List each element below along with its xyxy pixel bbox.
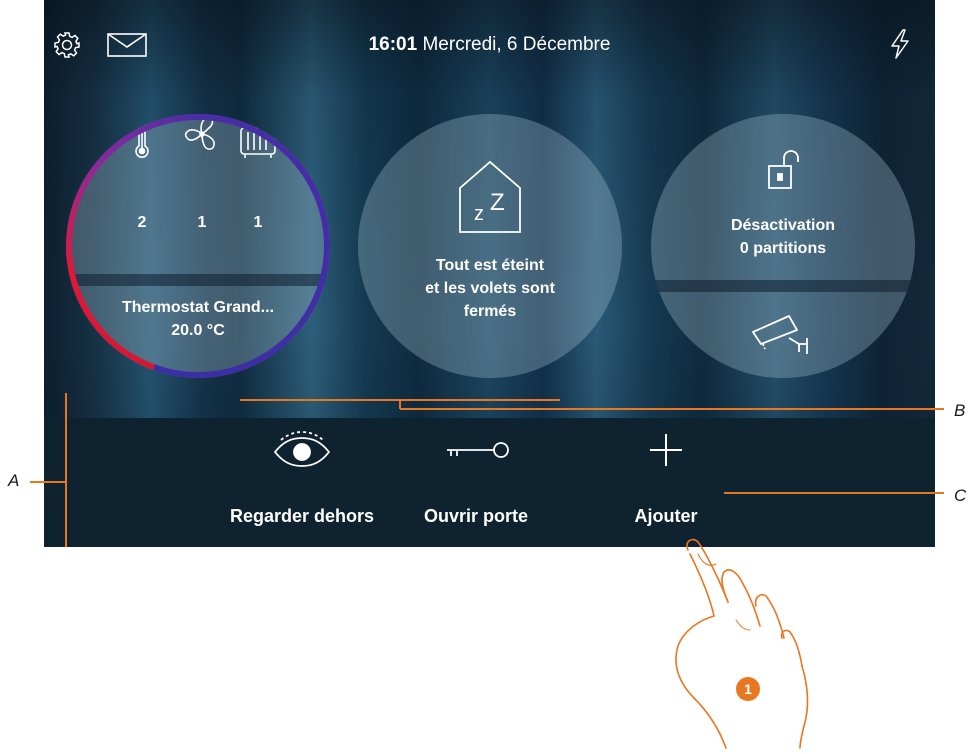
callout-label-a: A: [8, 471, 20, 490]
thermostat-widget[interactable]: 2 1 1 Thermostat Grand... 20.0 °C: [66, 114, 330, 378]
scenario-line-1: Tout est éteint: [435, 257, 545, 274]
open-door-button[interactable]: Ouvrir porte: [392, 418, 560, 547]
step-number-badge: 1: [736, 677, 760, 701]
clock-time: 16:01: [368, 34, 418, 55]
look-outside-label: Regarder dehors: [229, 506, 375, 526]
look-outside-button[interactable]: Regarder dehors: [212, 418, 392, 547]
clock-date-text: Mercredi, 6 Décembre: [422, 34, 611, 55]
thermostat-name: Thermostat Grand...: [121, 299, 275, 316]
scenario-status: Tout est éteint et les volets sont fermé…: [358, 254, 622, 323]
widget-divider: [66, 274, 330, 286]
radiator-icon: [238, 114, 278, 160]
alarm-line-1: Désactivation: [730, 217, 836, 234]
alarm-status: Désactivation 0 partitions: [651, 214, 915, 260]
plus-icon: [576, 430, 756, 470]
power-icon[interactable]: [886, 28, 914, 60]
scenario-widget[interactable]: z Z Tout est éteint et les volets sont f…: [358, 114, 622, 378]
security-camera-icon[interactable]: [749, 310, 815, 358]
thermostat-temperature: 20.0 °C: [171, 322, 225, 339]
alarm-line-2: 0 partitions: [739, 240, 827, 257]
open-door-label: Ouvrir porte: [423, 506, 529, 526]
radiator-count: 1: [253, 214, 263, 231]
status-bar: 16:01 Mercredi, 6 Décembre: [44, 0, 935, 90]
callout-label-c: C: [954, 486, 967, 505]
eye-icon: [212, 430, 392, 470]
thermometer-icon: [122, 114, 162, 160]
device-screen: 16:01 Mercredi, 6 Décembre 2 1 1 Thermos…: [44, 0, 935, 547]
thermometer-count: 2: [137, 214, 147, 231]
clock-date: 16:01 Mercredi, 6 Décembre: [44, 34, 935, 56]
alarm-widget[interactable]: Désactivation 0 partitions: [651, 114, 915, 378]
pointing-hand-illustration: [640, 520, 870, 749]
widget-divider: [651, 280, 915, 292]
fan-count: 1: [197, 214, 207, 231]
sleep-z-small: z: [474, 203, 484, 225]
key-icon: [392, 430, 560, 470]
thermostat-info: Thermostat Grand... 20.0 °C: [66, 296, 330, 342]
scenario-line-3: fermés: [463, 303, 517, 320]
fan-icon: [182, 114, 222, 160]
house-sleep-icon: z Z: [454, 158, 526, 236]
unlocked-padlock-icon: [767, 150, 801, 190]
scenario-line-2: et les volets sont: [425, 280, 555, 297]
sleep-z-big: Z: [490, 189, 505, 216]
callout-label-b: B: [954, 401, 966, 420]
